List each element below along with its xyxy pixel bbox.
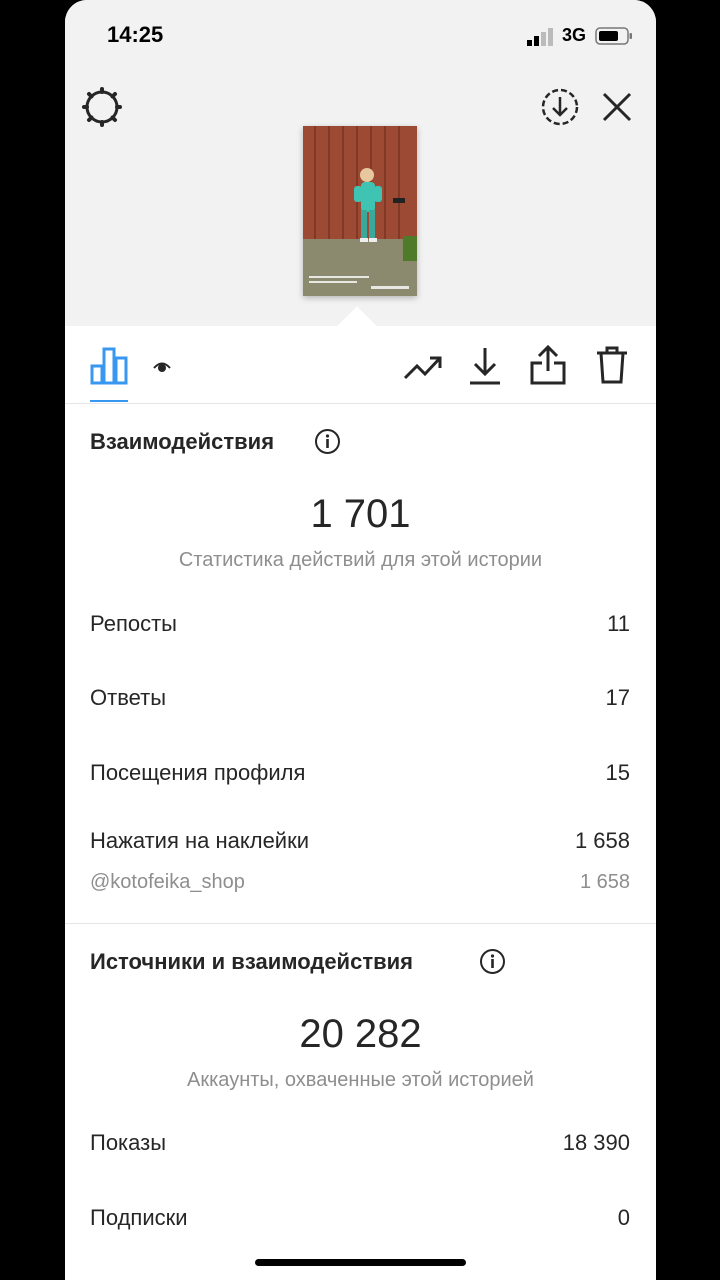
stat-row-sticker-taps: Нажатия на наклейки 1 658	[90, 828, 630, 858]
stat-label: Нажатия на наклейки	[90, 828, 310, 853]
info-icon[interactable]	[479, 948, 506, 975]
discovery-subtitle: Аккаунты, охваченные этой историей	[187, 1069, 534, 1091]
insights-icon[interactable]	[90, 346, 128, 386]
stat-value: 18 390	[562, 1130, 630, 1155]
story-header: 14:25 3G	[65, 0, 656, 326]
stat-row-sticker-mention: @kotofeika_shop 1 658	[90, 871, 630, 901]
viewers-icon[interactable]	[153, 360, 171, 374]
stat-value: 17	[605, 685, 630, 710]
discovery-total: 20 282	[299, 1012, 422, 1056]
close-icon[interactable]	[601, 91, 633, 123]
story-thumbnail[interactable]	[303, 126, 417, 296]
stat-row-profile-visits: Посещения профиля 15	[90, 760, 630, 790]
stat-value: 11	[607, 611, 630, 636]
stat-row-impressions: Показы 18 390	[90, 1130, 630, 1160]
stat-value: 0	[617, 1205, 630, 1230]
stat-row-replies: Ответы 17	[90, 685, 630, 715]
battery-icon	[595, 27, 632, 45]
settings-icon[interactable]	[82, 87, 122, 127]
stat-value: 15	[605, 760, 630, 785]
stat-label: Репосты	[90, 611, 177, 636]
stat-value: 1 658	[579, 871, 630, 893]
interactions-subtitle: Статистика действий для этой истории	[178, 549, 543, 571]
stat-row-follows: Подписки 0	[90, 1205, 630, 1235]
stat-label: Ответы	[90, 685, 167, 710]
interactions-title: Взаимодействия	[90, 429, 275, 454]
interactions-section: Взаимодействия 1 701 Статистика действий…	[65, 404, 656, 923]
stat-label: Подписки	[90, 1205, 188, 1230]
delete-icon[interactable]	[595, 345, 629, 385]
stat-label: Посещения профиля	[90, 760, 306, 785]
status-bar: 14:25 3G	[65, 0, 656, 70]
stat-label: Показы	[90, 1130, 167, 1155]
story-preview-image	[303, 126, 417, 296]
story-toolbar	[65, 326, 656, 404]
promote-icon[interactable]	[403, 350, 443, 384]
home-indicator[interactable]	[255, 1259, 466, 1266]
save-icon[interactable]	[467, 346, 503, 386]
discovery-title: Источники и взаимодействия	[90, 949, 413, 974]
active-tab-indicator	[90, 400, 128, 402]
interactions-total: 1 701	[310, 492, 411, 536]
stat-value: 1 658	[574, 828, 630, 853]
download-circle-icon[interactable]	[540, 87, 580, 127]
signal-icon	[527, 28, 553, 46]
status-time: 14:25	[107, 22, 164, 47]
screen: 14:25 3G Взаимодействия 1 701 Статистика…	[65, 0, 656, 1280]
info-icon[interactable]	[314, 428, 341, 455]
stat-row-reposts: Репосты 11	[90, 611, 630, 641]
stat-label: @kotofeika_shop	[90, 871, 245, 893]
share-icon[interactable]	[529, 344, 567, 386]
discovery-section: Источники и взаимодействия 20 282 Аккаун…	[65, 924, 656, 1280]
network-type: 3G	[562, 25, 587, 45]
